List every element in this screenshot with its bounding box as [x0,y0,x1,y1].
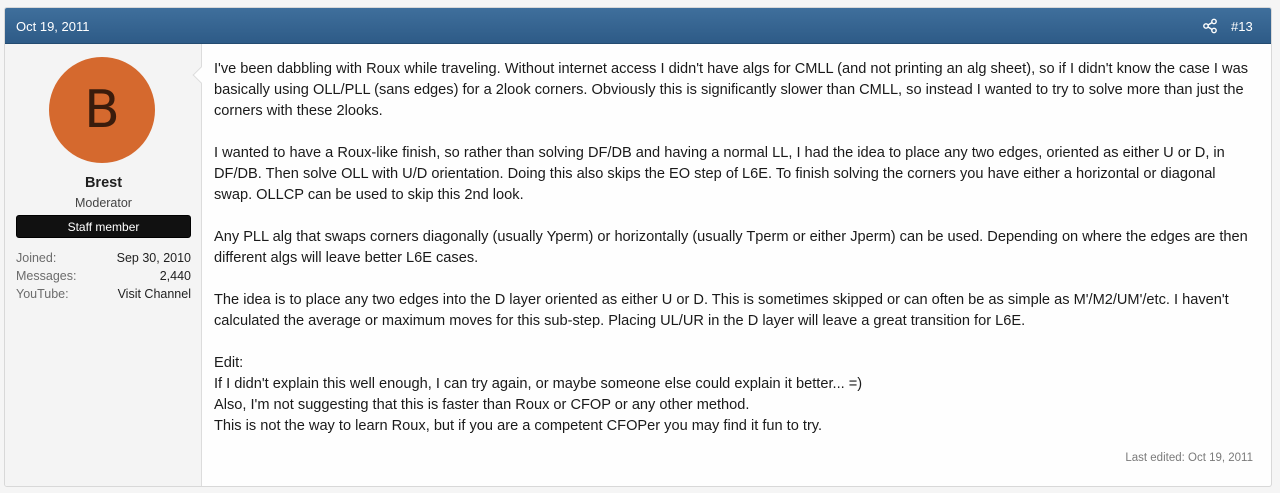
username[interactable]: Brest [5,175,202,191]
stat-label: YouTube: [16,287,69,301]
stat-label: Joined: [16,251,57,265]
share-icon[interactable] [1202,18,1218,34]
message-paragraph: I wanted to have a Roux-like finish, so … [214,145,1225,203]
message-arrow [192,66,210,84]
edit-line: This is not the way to learn Roux, but i… [214,418,823,434]
staff-badge: Staff member [16,215,191,238]
message-paragraph: The idea is to place any two edges into … [214,292,1229,329]
edit-line: Edit: [214,355,244,371]
stat-youtube: YouTube: Visit Channel [16,287,191,305]
stat-messages: Messages: 2,440 [16,269,191,287]
edit-line: Also, I'm not suggesting that this is fa… [214,397,750,413]
stat-joined: Joined: Sep 30, 2010 [16,251,191,269]
post-header: Oct 19, 2011 #13 [5,8,1271,44]
message-paragraph: Any PLL alg that swaps corners diagonall… [214,229,1248,266]
stat-value: Sep 30, 2010 [116,251,191,265]
post-number-link[interactable]: #13 [1231,19,1253,34]
post-date[interactable]: Oct 19, 2011 [16,19,89,34]
avatar[interactable]: B [49,57,155,163]
edit-line: If I didn't explain this well enough, I … [214,376,863,392]
stat-value: 2,440 [159,269,191,283]
forum-post: Oct 19, 2011 #13 B Brest Moderator Staff… [4,7,1272,487]
user-title: Moderator [75,196,132,210]
stat-label: Messages: [16,269,77,283]
message-paragraph: I've been dabbling with Roux while trave… [214,61,1248,119]
youtube-channel-link[interactable]: Visit Channel [118,287,191,301]
message-body: I've been dabbling with Roux while trave… [214,59,1254,437]
edit-note: Edit: If I didn't explain this well enou… [214,353,1254,437]
user-info-panel: B Brest Moderator Staff member Joined: S… [5,44,210,486]
last-edited: Last edited: Oct 19, 2011 [1125,452,1253,464]
